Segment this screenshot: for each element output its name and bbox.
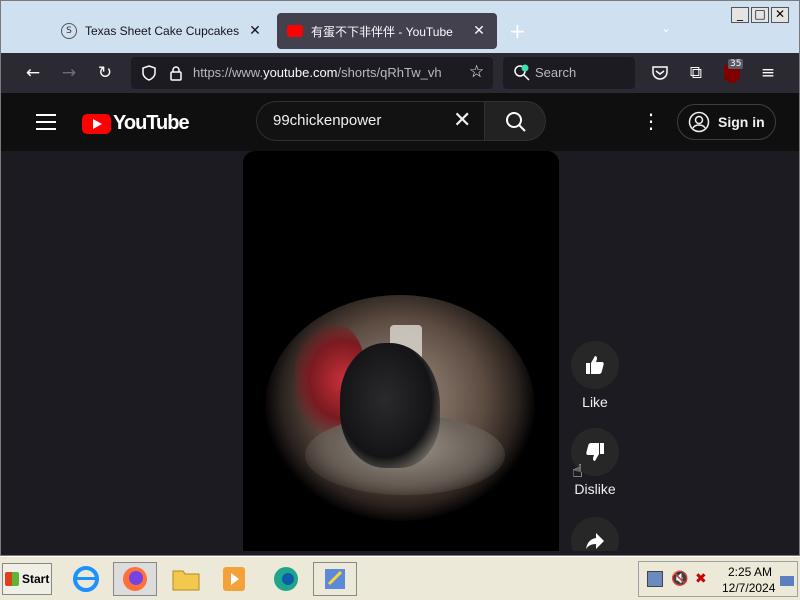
share-icon [586,533,604,549]
search-bar[interactable]: Search [503,57,635,89]
media-player-icon[interactable] [212,562,256,596]
clear-search-icon[interactable]: ✕ [453,108,471,133]
bookmark-star-icon[interactable]: ☆ [469,62,484,82]
lock-icon[interactable] [169,65,183,81]
sign-in-label: Sign in [718,114,765,130]
youtube-search-button[interactable] [484,101,546,141]
s-circle-icon: S [61,23,77,39]
share-circle[interactable] [571,517,619,551]
shorts-video-player[interactable] [243,151,559,551]
url-path: /shorts/qRhTw_vh [337,65,442,80]
youtube-logo-text: YouTube [113,112,190,134]
youtube-search-input[interactable]: 99chickenpower ✕ [256,101,484,141]
tab-youtube[interactable]: 有蛋不下非伴伴 - YouTube ✕ [277,13,497,49]
forward-icon[interactable]: → [59,63,79,83]
like-label: Like [582,394,608,410]
url-text[interactable]: https://www.youtube.com/shorts/qRhTw_vh [193,65,461,80]
search-icon [514,64,530,81]
url-domain: youtube.com [263,65,338,80]
start-button[interactable]: Start [2,563,52,595]
maximize-button[interactable]: □ [751,7,769,23]
browser-window: S Texas Sheet Cake Cupcakes Rec ✕ 有蛋不下非伴… [0,0,800,556]
internet-explorer-icon[interactable] [64,562,108,596]
ie-glyph [73,566,99,592]
thumbs-up-icon [586,356,604,374]
notepad-glyph [325,569,345,589]
folder-glyph [172,570,200,591]
tab-texas-sheet-cake[interactable]: S Texas Sheet Cake Cupcakes Rec ✕ [51,13,273,49]
dislike-label: Dislike [574,481,616,497]
reload-icon[interactable]: ↻ [95,63,115,83]
show-desktop-icon[interactable] [780,576,794,586]
like-circle[interactable] [571,341,619,389]
network-icon[interactable] [647,571,663,587]
back-icon[interactable]: ← [23,63,43,83]
close-window-button[interactable]: ✕ [771,7,789,23]
video-scene-chicken [340,343,440,468]
hamburger-menu-icon[interactable] [36,114,56,135]
firefox-glyph [123,567,147,591]
account-icon [688,111,710,133]
edge-glyph [274,567,298,591]
youtube-icon [287,25,303,37]
youtube-logo[interactable]: YouTube [82,112,190,135]
minimize-button[interactable]: _ [731,7,749,23]
pocket-icon[interactable] [651,64,669,82]
tab-title: Texas Sheet Cake Cupcakes Rec [85,24,241,38]
navigation-toolbar: ← → ↻ https://www.youtube.com/shorts/qRh… [1,53,799,93]
menu-icon[interactable]: ≡ [758,63,778,83]
shield-icon[interactable] [141,65,157,81]
extensions-icon[interactable]: ⧉ [686,63,706,83]
start-label: Start [22,572,50,586]
edge-icon[interactable] [264,562,308,596]
close-icon[interactable]: ✕ [247,23,263,39]
url-prefix: https://www. [193,65,264,80]
like-button[interactable]: Like [571,341,619,410]
close-icon[interactable]: ✕ [471,23,487,39]
address-bar[interactable]: https://www.youtube.com/shorts/qRhTw_vh … [131,57,493,89]
thumbs-down-icon [586,443,604,461]
tab-strip: S Texas Sheet Cake Cupcakes Rec ✕ 有蛋不下非伴… [1,1,799,53]
clock-time[interactable]: 2:25 AM [728,565,772,579]
taskbar: Start 🔇 ✖ 2:25 AM 12/7/2024 [0,556,800,600]
new-tab-button[interactable]: + [509,19,526,43]
clock-date[interactable]: 12/7/2024 [722,581,775,595]
tab-title: 有蛋不下非伴伴 - YouTube [311,24,453,39]
youtube-play-icon [82,113,111,134]
firefox-icon[interactable] [113,562,157,596]
media-glyph [223,567,245,591]
search-icon [506,112,526,132]
search-placeholder: Search [535,65,577,80]
share-button[interactable] [571,517,619,551]
hand-cursor-icon: ☝ [572,461,583,482]
more-options-icon[interactable]: ⋮ [641,109,661,133]
volume-muted-icon[interactable]: 🔇 [671,571,688,587]
file-explorer-icon[interactable] [164,562,208,596]
list-all-tabs-icon[interactable]: ⌄ [661,21,671,35]
extension-badge: 35 [728,59,744,69]
youtube-header: YouTube 99chickenpower ✕ ⋮ Sign in [1,93,799,151]
alert-icon[interactable]: ✖ [695,571,707,587]
sign-in-button[interactable]: Sign in [677,104,776,140]
video-frame-chicken [265,295,535,521]
search-query: 99chickenpower [273,112,382,129]
notepad-icon[interactable] [313,562,357,596]
windows-flag-icon [5,572,19,586]
